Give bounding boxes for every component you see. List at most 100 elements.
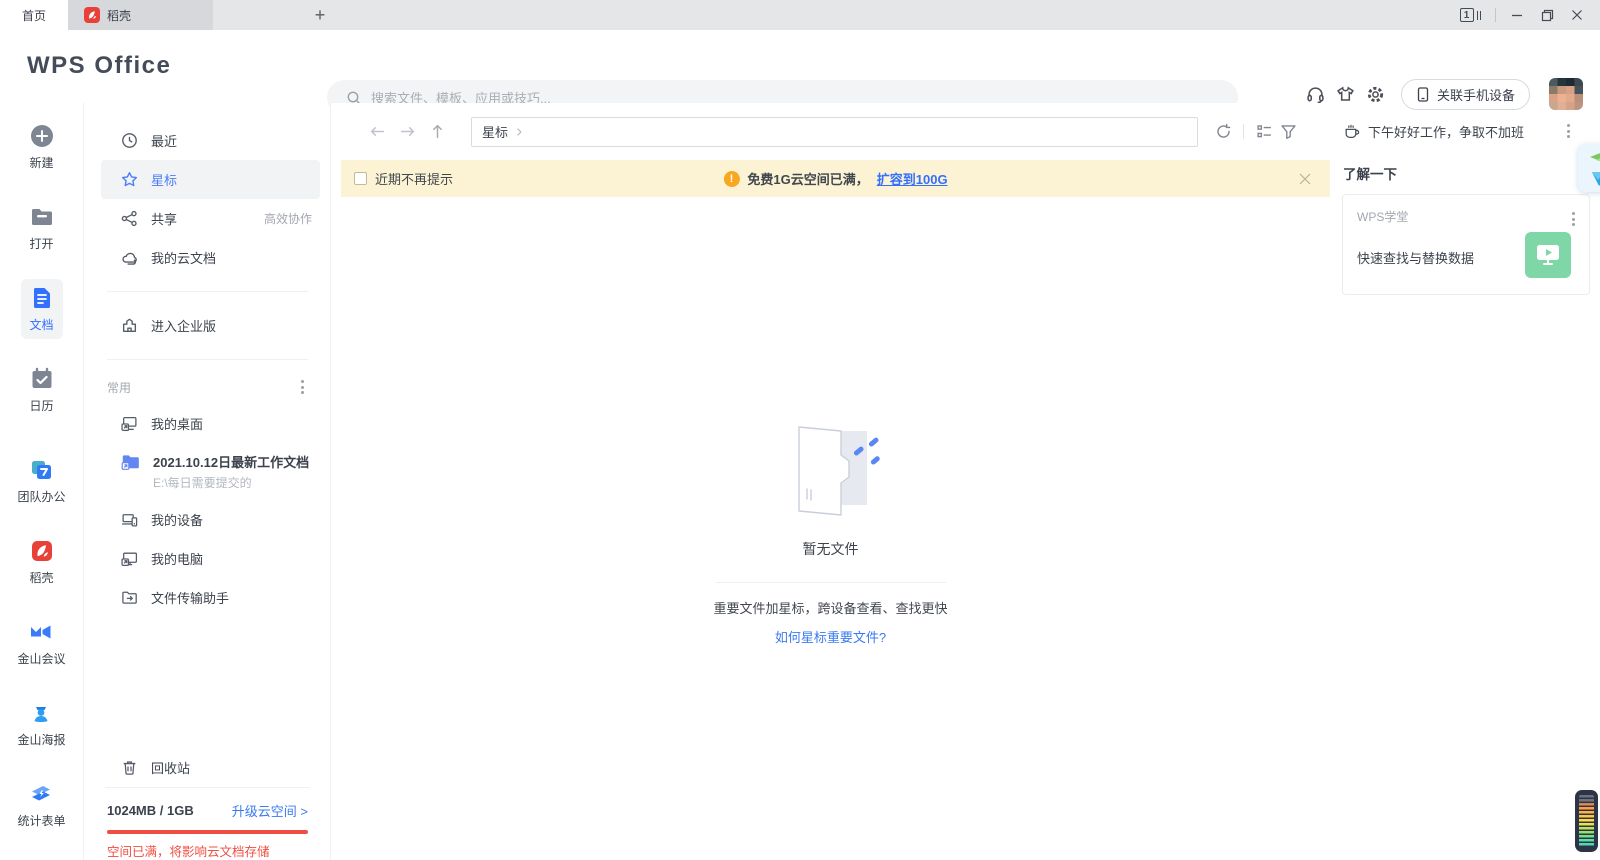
arrows-widget-icon — [1578, 144, 1600, 192]
devices-icon — [121, 511, 138, 528]
expand-storage-link[interactable]: 扩容到100G — [877, 169, 948, 188]
refresh-button[interactable] — [1211, 120, 1235, 144]
sidebar-item-starred[interactable]: 星标 — [101, 160, 320, 199]
edge-float-widget[interactable] — [1578, 144, 1600, 192]
cloud-icon — [121, 249, 138, 266]
rail-item-calendar[interactable]: 日历 — [21, 360, 63, 420]
rail-item-meeting[interactable]: 金山会议 — [9, 613, 73, 673]
warning-icon: ! — [723, 171, 739, 187]
main-content: 星标 近期不再提示 ! 免费1G云空间已满， 扩容到100G 暂无文件 重要文件… — [331, 103, 1330, 860]
upgrade-storage-link[interactable]: 升级云空间 > — [232, 801, 308, 820]
tab-home[interactable]: 首页 — [0, 0, 68, 30]
card-source: WPS学堂 — [1357, 208, 1575, 225]
view-mode-button[interactable] — [1252, 120, 1276, 144]
coffee-cup-icon — [1343, 123, 1360, 140]
sidebar-item-trash[interactable]: 回收站 — [101, 748, 320, 787]
right-panel: 下午好好工作，争取不加班 了解一下 WPS学堂 快速查找与替换数据 — [1330, 103, 1600, 860]
storage-warning-text: 空间已满，将影响云文档存储 — [107, 844, 308, 860]
rail-item-open[interactable]: 打开 — [21, 198, 63, 258]
breadcrumb-current: 星标 — [482, 122, 508, 141]
blue-folder-icon — [121, 452, 140, 471]
sidebar-item-recent[interactable]: 最近 — [101, 121, 320, 160]
left-rail: 新建 打开 文档 日历 团队办公 稻壳 金山会议 金山海报 统计表单 应用 — [0, 103, 84, 860]
how-to-star-link[interactable]: 如何星标重要文件? — [775, 627, 886, 646]
equalizer-stripes — [1579, 795, 1594, 847]
title-bar: 首页 稻壳 + 1 — [0, 0, 1600, 30]
filter-button[interactable] — [1276, 120, 1300, 144]
chevron-right-icon — [513, 126, 525, 138]
app-header: WPS Office 搜索文件、模板、应用或技巧... 关联手机设备 — [0, 30, 1600, 103]
file-transfer-icon — [121, 589, 138, 606]
docer-icon — [29, 538, 55, 564]
phone-icon — [1416, 87, 1430, 102]
storage-usage: 1024MB / 1GB — [107, 803, 194, 818]
link-phone-label: 关联手机设备 — [1437, 85, 1515, 104]
sidebar-item-cloud-docs[interactable]: 我的云文档 — [101, 238, 320, 277]
new-plus-icon — [29, 123, 55, 149]
video-thumbnail[interactable] — [1525, 232, 1571, 278]
cloud-storage-status: 1024MB / 1GB 升级云空间 > 空间已满，将影响云文档存储 — [105, 787, 310, 860]
minimize-button[interactable] — [1502, 0, 1532, 30]
sidebar-item-enterprise[interactable]: 进入企业版 — [101, 306, 320, 345]
rail-item-apps[interactable]: 应用 — [21, 856, 61, 860]
sidebar-item-my-desktop[interactable]: 我的桌面 — [101, 404, 320, 443]
sidebar-divider — [107, 359, 308, 360]
empty-divider — [716, 582, 946, 583]
rail-item-poster[interactable]: 金山海报 — [9, 694, 73, 754]
sidebar-item-my-computer[interactable]: 我的电脑 — [101, 539, 320, 578]
tab-count-badge: 1 — [1460, 8, 1474, 22]
close-button[interactable] — [1562, 0, 1592, 30]
kingsoft-poster-icon — [28, 700, 54, 726]
sidebar-item-file-transfer[interactable]: 文件传输助手 — [101, 578, 320, 617]
greeting-more-icon[interactable] — [1563, 120, 1574, 142]
stats-form-icon — [28, 781, 54, 807]
tab-list-button[interactable]: 1 — [1452, 0, 1490, 30]
wps-academy-card[interactable]: WPS学堂 快速查找与替换数据 — [1342, 194, 1590, 295]
new-tab-button[interactable]: + — [303, 0, 337, 30]
document-icon — [29, 285, 55, 311]
main-toolbar: 星标 — [331, 103, 1330, 160]
team-office-icon — [28, 457, 54, 483]
empty-title: 暂无文件 — [803, 539, 859, 559]
empty-folder-illustration — [773, 423, 889, 523]
docer-logo-icon — [84, 7, 100, 23]
wps-office-logo: WPS Office — [27, 52, 171, 80]
greeting-text: 下午好好工作，争取不加班 — [1368, 122, 1524, 141]
nav-forward-button[interactable] — [396, 121, 418, 143]
banner-close-icon[interactable] — [1298, 172, 1312, 186]
rail-item-docer[interactable]: 稻壳 — [21, 532, 63, 592]
dont-remind-checkbox[interactable] — [354, 172, 367, 185]
rail-item-new[interactable]: 新建 — [21, 117, 63, 177]
storage-full-banner: 近期不再提示 ! 免费1G云空间已满， 扩容到100G — [341, 160, 1330, 197]
learn-section-title: 了解一下 — [1343, 163, 1600, 183]
sidebar-item-my-devices[interactable]: 我的设备 — [101, 500, 320, 539]
open-folder-icon — [29, 204, 55, 230]
trash-icon — [121, 759, 138, 776]
equalizer-widget[interactable] — [1575, 790, 1598, 852]
nav-back-button[interactable] — [366, 121, 388, 143]
restore-button[interactable] — [1532, 0, 1562, 30]
rail-item-team[interactable]: 团队办公 — [9, 451, 73, 511]
nav-up-button[interactable] — [426, 121, 448, 143]
kingsoft-meeting-icon — [28, 619, 54, 645]
folder-path: E:\每日需要提交的 — [153, 474, 309, 491]
sidebar-item-work-folder[interactable]: 2021.10.12日最新工作文档 E:\每日需要提交的 — [101, 445, 320, 498]
rail-item-forms[interactable]: 统计表单 — [9, 775, 73, 835]
video-play-icon — [1535, 243, 1561, 267]
banner-message: 免费1G云空间已满， — [747, 169, 868, 188]
tab-home-label: 首页 — [22, 7, 46, 24]
star-icon — [121, 171, 138, 188]
computer-shortcut-icon — [121, 550, 138, 567]
tab-docer[interactable]: 稻壳 — [68, 0, 213, 30]
shared-tag: 高效协作 — [264, 210, 312, 227]
common-section-header: 常用 — [107, 376, 308, 398]
sidebar-item-shared[interactable]: 共享 高效协作 — [101, 199, 320, 238]
breadcrumb[interactable]: 星标 — [471, 117, 1198, 147]
card-more-icon[interactable] — [1568, 208, 1579, 230]
desktop-shortcut-icon — [121, 415, 138, 432]
common-more-icon[interactable] — [297, 376, 308, 398]
rail-item-docs[interactable]: 文档 — [21, 279, 63, 339]
enterprise-icon — [121, 317, 138, 334]
sidebar-divider — [107, 291, 308, 292]
storage-progress-bar — [107, 830, 308, 834]
